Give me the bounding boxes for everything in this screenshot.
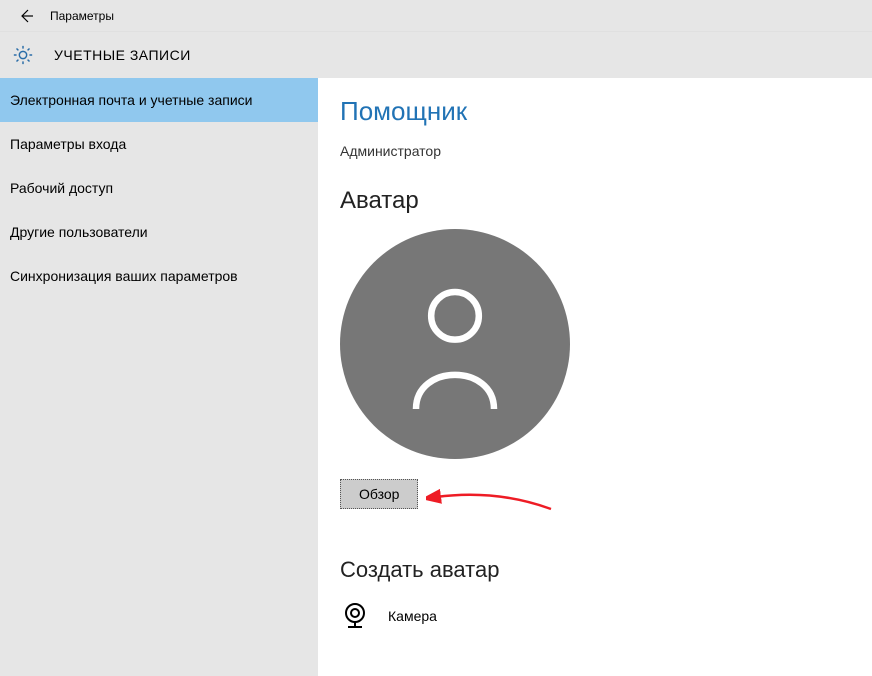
person-icon: [400, 279, 510, 409]
camera-icon: [340, 601, 370, 631]
sidebar-item-sync-settings[interactable]: Синхронизация ваших параметров: [0, 254, 318, 298]
camera-option[interactable]: Камера: [340, 601, 872, 631]
header: УЧЕТНЫЕ ЗАПИСИ: [0, 32, 872, 78]
sidebar-item-signin-options[interactable]: Параметры входа: [0, 122, 318, 166]
sidebar-item-other-users[interactable]: Другие пользователи: [0, 210, 318, 254]
arrow-left-icon: [18, 8, 34, 24]
sidebar: Электронная почта и учетные записи Парам…: [0, 78, 318, 676]
sidebar-item-work-access[interactable]: Рабочий доступ: [0, 166, 318, 210]
user-role: Администратор: [340, 143, 872, 159]
create-avatar-heading: Создать аватар: [340, 557, 872, 583]
avatar-heading: Аватар: [340, 187, 872, 215]
avatar-placeholder: [340, 229, 570, 459]
camera-label: Камера: [388, 608, 437, 624]
page-title: УЧЕТНЫЕ ЗАПИСИ: [54, 47, 191, 63]
user-name: Помощник: [340, 96, 872, 127]
sidebar-item-email-accounts[interactable]: Электронная почта и учетные записи: [0, 78, 318, 122]
browse-button[interactable]: Обзор: [340, 479, 418, 509]
main-content: Помощник Администратор Аватар Обзор Созд…: [318, 78, 872, 676]
window-title: Параметры: [50, 9, 114, 23]
annotation-arrow: [426, 484, 556, 514]
titlebar: Параметры: [0, 0, 872, 32]
gear-icon: [12, 44, 34, 66]
back-button[interactable]: [8, 0, 44, 32]
